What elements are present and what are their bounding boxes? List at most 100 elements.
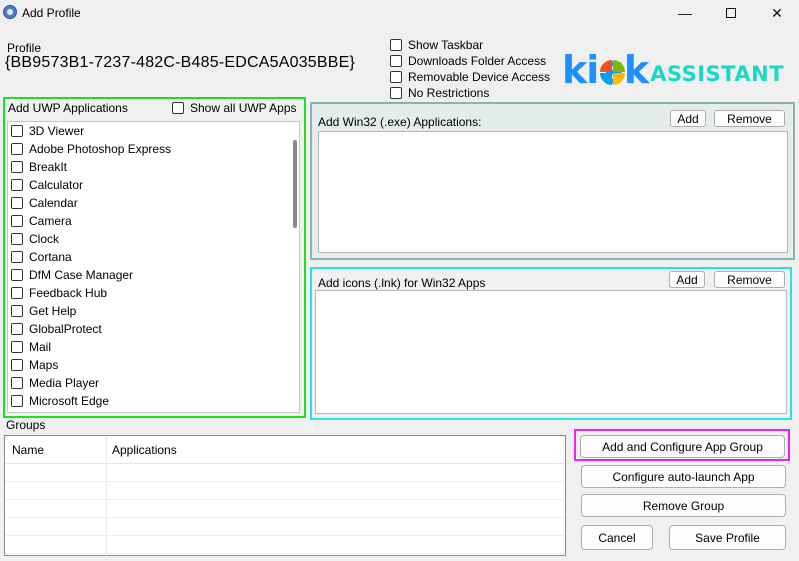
uwp-app-label: Camera bbox=[29, 214, 72, 228]
checkbox-box[interactable] bbox=[11, 233, 23, 245]
profile-id: {BB9573B1-7237-482C-B485-EDCA5A035BBE} bbox=[5, 54, 356, 71]
uwp-app-item[interactable]: Get Help bbox=[8, 302, 299, 320]
uwp-app-list[interactable]: 3D Viewer Adobe Photoshop Express BreakI… bbox=[7, 121, 300, 413]
uwp-app-item[interactable]: GlobalProtect bbox=[8, 320, 299, 338]
win32-add-button[interactable]: Add bbox=[670, 110, 706, 127]
add-configure-app-group-button[interactable]: Add and Configure App Group bbox=[580, 435, 785, 458]
title-bar: Add Profile — ✕ bbox=[0, 0, 799, 26]
checkbox-box[interactable] bbox=[11, 377, 23, 389]
uwp-app-item[interactable]: DfM Case Manager bbox=[8, 266, 299, 284]
removable-device-checkbox[interactable]: Removable Device Access bbox=[390, 70, 550, 84]
checkbox-box[interactable] bbox=[11, 125, 23, 137]
window-title: Add Profile bbox=[22, 6, 81, 20]
minimize-button[interactable]: — bbox=[662, 0, 708, 26]
uwp-app-label: Adobe Photoshop Express bbox=[29, 142, 172, 156]
win32-app-list[interactable] bbox=[318, 131, 788, 253]
close-button[interactable]: ✕ bbox=[754, 0, 799, 26]
maximize-button[interactable] bbox=[708, 0, 754, 26]
checkbox-box[interactable] bbox=[11, 395, 23, 407]
uwp-app-label: DfM Case Manager bbox=[29, 268, 134, 282]
checkbox-box[interactable] bbox=[11, 269, 23, 281]
option-label: Removable Device Access bbox=[408, 70, 551, 84]
uwp-app-label: GlobalProtect bbox=[29, 322, 102, 336]
downloads-folder-checkbox[interactable]: Downloads Folder Access bbox=[390, 54, 546, 68]
option-label: Show Taskbar bbox=[408, 38, 484, 52]
uwp-app-item[interactable]: Clock bbox=[8, 230, 299, 248]
uwp-panel-title: Add UWP Applications bbox=[8, 101, 128, 115]
checkbox-box[interactable] bbox=[11, 305, 23, 317]
uwp-app-item[interactable]: Calculator bbox=[8, 176, 299, 194]
uwp-app-item[interactable]: Calendar bbox=[8, 194, 299, 212]
uwp-app-label: Media Player bbox=[29, 376, 100, 390]
show-all-label: Show all UWP Apps bbox=[190, 101, 297, 115]
table-row bbox=[5, 464, 565, 482]
uwp-app-label: Cortana bbox=[29, 250, 72, 264]
checkbox-box[interactable] bbox=[390, 87, 402, 99]
lnk-panel-title: Add icons (.lnk) for Win32 Apps bbox=[318, 276, 486, 290]
uwp-app-item[interactable]: Media Player bbox=[8, 374, 299, 392]
save-profile-button[interactable]: Save Profile bbox=[669, 525, 786, 550]
table-row bbox=[5, 500, 565, 518]
show-taskbar-checkbox[interactable]: Show Taskbar bbox=[390, 38, 483, 52]
lnk-icon-list[interactable] bbox=[315, 290, 787, 414]
checkbox-box[interactable] bbox=[390, 39, 402, 51]
win32-panel-title: Add Win32 (.exe) Applications: bbox=[318, 115, 482, 129]
cancel-button[interactable]: Cancel bbox=[581, 525, 653, 550]
uwp-app-item[interactable]: Maps bbox=[8, 356, 299, 374]
lnk-icons-panel: Add icons (.lnk) for Win32 Apps Add Remo… bbox=[310, 267, 792, 420]
uwp-app-item[interactable]: Adobe Photoshop Express bbox=[8, 140, 299, 158]
configure-auto-launch-button[interactable]: Configure auto-launch App bbox=[581, 465, 786, 488]
table-row bbox=[5, 482, 565, 500]
groups-table[interactable]: Name Applications bbox=[4, 435, 566, 556]
groups-table-header: Name Applications bbox=[5, 436, 565, 464]
uwp-app-label: Feedback Hub bbox=[29, 286, 108, 300]
uwp-app-label: 3D Viewer bbox=[29, 124, 85, 138]
checkbox-box[interactable] bbox=[11, 179, 23, 191]
checkbox-box[interactable] bbox=[11, 197, 23, 209]
uwp-app-label: Calendar bbox=[29, 196, 78, 210]
lnk-add-button[interactable]: Add bbox=[669, 271, 705, 288]
uwp-app-item[interactable]: Mail bbox=[8, 338, 299, 356]
uwp-app-item[interactable]: BreakIt bbox=[8, 158, 299, 176]
no-restrictions-checkbox[interactable]: No Restrictions bbox=[390, 86, 489, 100]
uwp-app-item[interactable]: 3D Viewer bbox=[8, 122, 299, 140]
option-label: No Restrictions bbox=[408, 86, 490, 100]
uwp-list-scrollbar[interactable] bbox=[293, 140, 297, 228]
uwp-applications-panel: Add UWP Applications Show all UWP Apps 3… bbox=[3, 97, 306, 418]
show-all-uwp-checkbox[interactable]: Show all UWP Apps bbox=[172, 101, 297, 115]
kiosk-assistant-logo: ki sk ASSISTANT bbox=[562, 48, 785, 92]
minimize-icon: — bbox=[678, 5, 692, 21]
maximize-icon bbox=[726, 8, 736, 18]
remove-group-button[interactable]: Remove Group bbox=[581, 494, 786, 517]
column-header-applications[interactable]: Applications bbox=[112, 443, 177, 457]
checkbox-box[interactable] bbox=[11, 341, 23, 353]
checkbox-box[interactable] bbox=[390, 71, 402, 83]
uwp-app-label: Mail bbox=[29, 340, 52, 354]
checkbox-box[interactable] bbox=[11, 215, 23, 227]
uwp-app-label: Get Help bbox=[29, 304, 77, 318]
option-label: Downloads Folder Access bbox=[408, 54, 547, 68]
checkbox-box[interactable] bbox=[11, 359, 23, 371]
uwp-app-item[interactable]: Feedback Hub bbox=[8, 284, 299, 302]
uwp-app-item[interactable]: Cortana bbox=[8, 248, 299, 266]
column-header-name[interactable]: Name bbox=[12, 443, 44, 457]
uwp-app-label: BreakIt bbox=[29, 160, 68, 174]
uwp-app-label: Maps bbox=[29, 358, 59, 372]
checkbox-box[interactable] bbox=[390, 55, 402, 67]
checkbox-box[interactable] bbox=[172, 102, 184, 114]
checkbox-box[interactable] bbox=[11, 287, 23, 299]
uwp-app-item[interactable]: Camera bbox=[8, 212, 299, 230]
table-row bbox=[5, 518, 565, 536]
logo-text-assistant: ASSISTANT bbox=[650, 62, 785, 86]
checkbox-box[interactable] bbox=[11, 323, 23, 335]
checkbox-box[interactable] bbox=[11, 161, 23, 173]
win32-remove-button[interactable]: Remove bbox=[714, 110, 785, 127]
logo-text-main: ki bbox=[562, 48, 599, 92]
uwp-app-label: Calculator bbox=[29, 178, 84, 192]
uwp-app-label: Microsoft Edge bbox=[29, 394, 110, 408]
lnk-remove-button[interactable]: Remove bbox=[714, 271, 785, 288]
checkbox-box[interactable] bbox=[11, 143, 23, 155]
checkbox-box[interactable] bbox=[11, 251, 23, 263]
uwp-app-item[interactable]: Microsoft Edge bbox=[8, 392, 299, 410]
win32-applications-panel: Add Win32 (.exe) Applications: Add Remov… bbox=[310, 102, 795, 260]
